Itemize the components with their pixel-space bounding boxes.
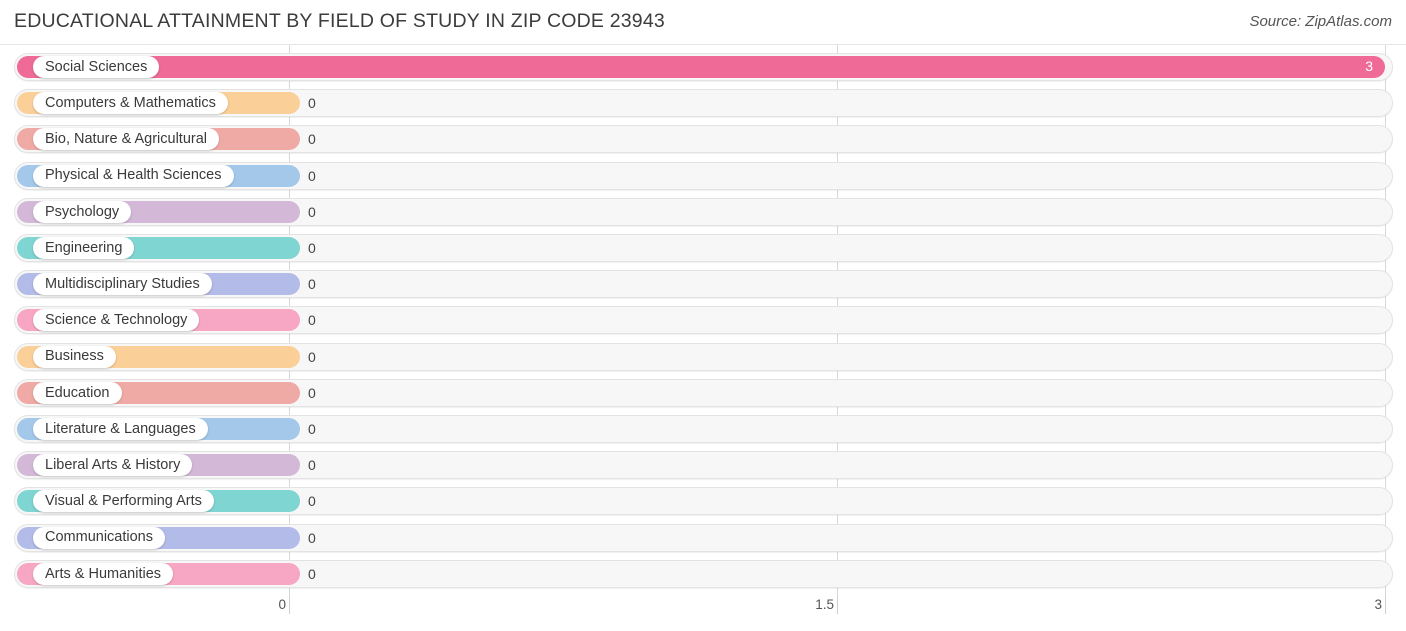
category-label: Business bbox=[45, 348, 104, 365]
bar-value-label: 3 bbox=[1365, 58, 1373, 74]
category-label-pill: Business bbox=[33, 345, 116, 368]
chart-row[interactable]: Multidisciplinary Studies 0 bbox=[14, 270, 1393, 299]
x-axis: 0 1.5 3 bbox=[0, 596, 1406, 631]
bar-value-label: 0 bbox=[308, 167, 316, 184]
category-label: Social Sciences bbox=[45, 58, 148, 75]
page-title: EDUCATIONAL ATTAINMENT BY FIELD OF STUDY… bbox=[14, 10, 665, 32]
category-label-pill: Science & Technology bbox=[33, 309, 200, 332]
chart-header: EDUCATIONAL ATTAINMENT BY FIELD OF STUDY… bbox=[0, 0, 1406, 45]
category-label: Multidisciplinary Studies bbox=[45, 275, 200, 292]
category-label-pill: Visual & Performing Arts bbox=[33, 490, 214, 513]
bar-value-label: 0 bbox=[308, 95, 316, 112]
category-label: Bio, Nature & Agricultural bbox=[45, 131, 207, 148]
bar-value-label: 0 bbox=[308, 312, 316, 329]
chart-row[interactable]: Education 0 bbox=[14, 378, 1393, 407]
x-tick-label: 0 bbox=[278, 597, 286, 612]
category-label-pill: Social Sciences bbox=[33, 56, 160, 78]
chart-row[interactable]: Communications 0 bbox=[14, 523, 1393, 552]
category-label: Arts & Humanities bbox=[45, 565, 162, 582]
x-tick-mark bbox=[1385, 596, 1386, 614]
chart-row[interactable]: Engineering 0 bbox=[14, 234, 1393, 262]
source-attribution: Source: ZipAtlas.com bbox=[1249, 13, 1392, 30]
x-tick-label: 3 bbox=[1374, 597, 1382, 612]
category-label: Science & Technology bbox=[45, 312, 188, 329]
bar-value-label: 0 bbox=[308, 384, 316, 401]
chart-row[interactable]: Physical & Health Sciences 0 bbox=[14, 161, 1393, 190]
category-label: Literature & Languages bbox=[45, 420, 196, 437]
chart-row[interactable]: Science & Technology 0 bbox=[14, 306, 1393, 335]
chart-plot-area: Social Sciences 3 Computers & Mathematics 0… bbox=[0, 45, 1406, 596]
category-label-pill: Literature & Languages bbox=[33, 418, 208, 440]
value-bar[interactable] bbox=[17, 56, 1385, 78]
chart-row[interactable]: Business 0 bbox=[14, 342, 1393, 371]
bar-value-label: 0 bbox=[308, 493, 316, 510]
bar-value-label: 0 bbox=[308, 276, 316, 293]
bar-value-label: 0 bbox=[308, 565, 316, 582]
chart-row[interactable]: Psychology 0 bbox=[14, 197, 1393, 226]
category-label-pill: Education bbox=[33, 381, 122, 404]
bar-value-label: 0 bbox=[308, 203, 316, 220]
x-tick-mark bbox=[289, 596, 290, 614]
bar-value-label: 0 bbox=[308, 421, 316, 437]
category-label-pill: Communications bbox=[33, 526, 165, 549]
category-label-pill: Engineering bbox=[33, 237, 135, 259]
category-label-pill: Bio, Nature & Agricultural bbox=[33, 128, 219, 151]
chart-row[interactable]: Social Sciences 3 bbox=[14, 53, 1393, 81]
category-label: Liberal Arts & History bbox=[45, 456, 181, 473]
bar-value-label: 0 bbox=[308, 131, 316, 148]
bar-value-label: 0 bbox=[308, 457, 316, 474]
bar-value-label: 0 bbox=[308, 348, 316, 365]
category-label-pill: Physical & Health Sciences bbox=[33, 164, 234, 187]
category-label: Engineering bbox=[45, 239, 123, 256]
chart-bar-rows: Social Sciences 3 Computers & Mathematics 0… bbox=[0, 45, 1406, 596]
x-tick-label: 1.5 bbox=[815, 597, 834, 612]
category-label-pill: Multidisciplinary Studies bbox=[33, 273, 212, 296]
category-label: Education bbox=[45, 384, 110, 401]
category-label-pill: Psychology bbox=[33, 200, 132, 223]
category-label-pill: Computers & Mathematics bbox=[33, 92, 228, 115]
chart-row[interactable]: Literature & Languages 0 bbox=[14, 415, 1393, 443]
category-label-pill: Arts & Humanities bbox=[33, 562, 174, 585]
category-label: Communications bbox=[45, 529, 153, 546]
x-tick-mark bbox=[837, 596, 838, 614]
chart-row[interactable]: Bio, Nature & Agricultural 0 bbox=[14, 125, 1393, 154]
category-label-pill: Liberal Arts & History bbox=[33, 454, 193, 477]
category-label: Psychology bbox=[45, 203, 120, 220]
chart-row[interactable]: Arts & Humanities 0 bbox=[14, 559, 1393, 588]
category-label: Computers & Mathematics bbox=[45, 94, 216, 111]
chart-row[interactable]: Visual & Performing Arts 0 bbox=[14, 487, 1393, 516]
chart-row[interactable]: Liberal Arts & History 0 bbox=[14, 451, 1393, 480]
chart-row[interactable]: Computers & Mathematics 0 bbox=[14, 89, 1393, 118]
category-label: Visual & Performing Arts bbox=[45, 493, 202, 510]
category-label: Physical & Health Sciences bbox=[45, 167, 222, 184]
bar-value-label: 0 bbox=[308, 529, 316, 546]
bar-value-label: 0 bbox=[308, 240, 316, 256]
